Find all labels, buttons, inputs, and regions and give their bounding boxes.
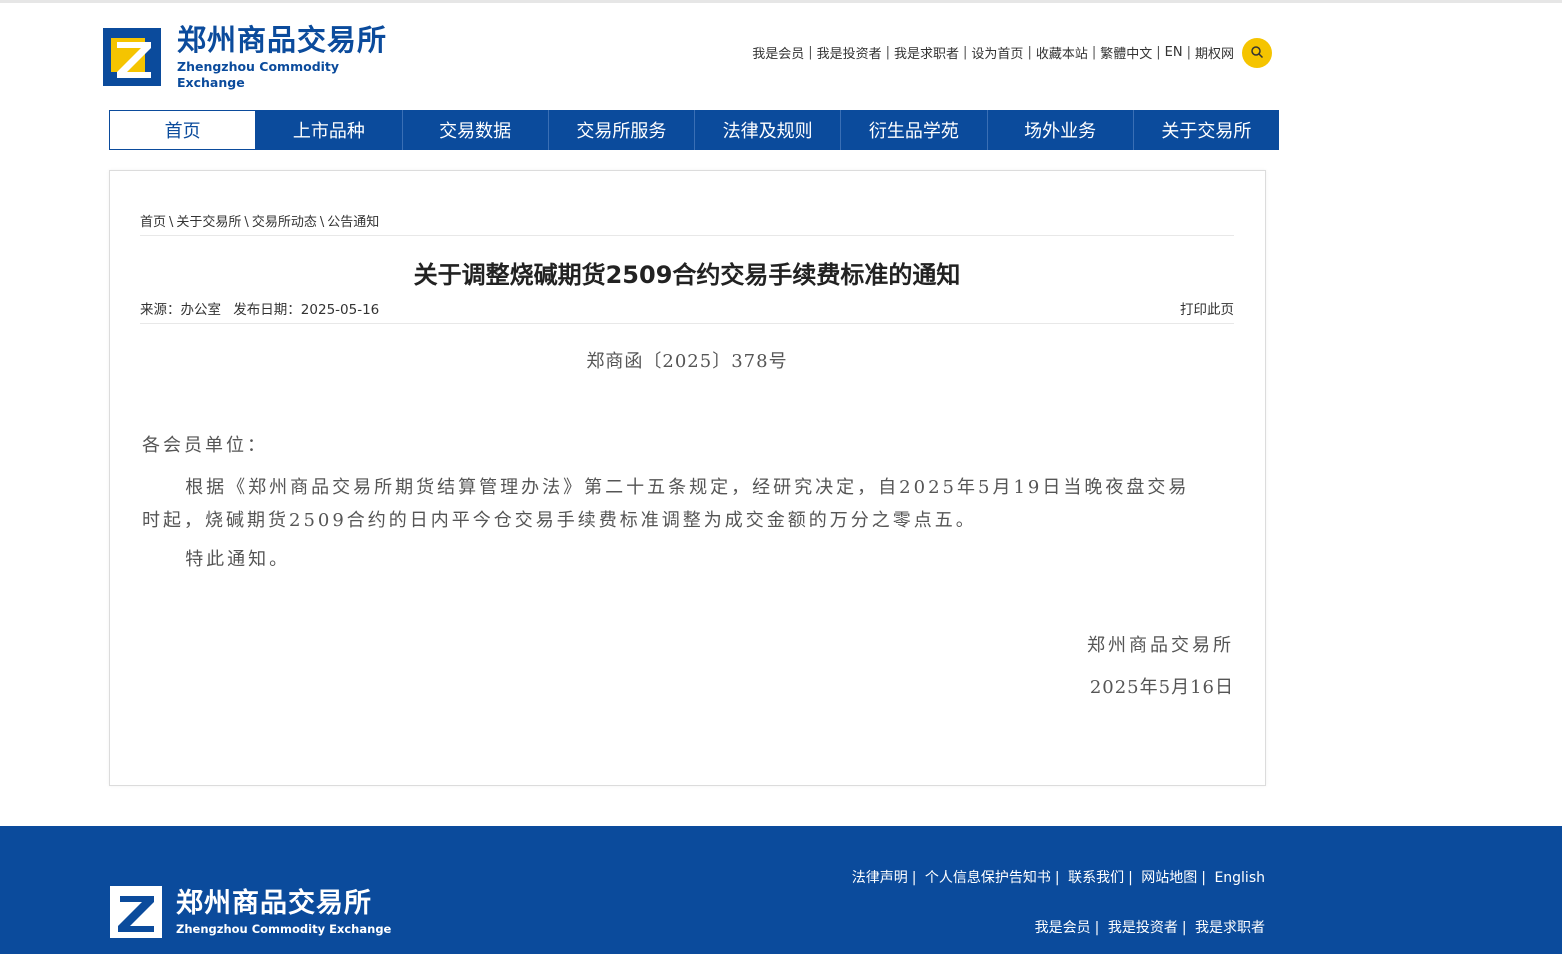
link-job-seeker[interactable]: 我是求职者	[894, 43, 959, 62]
divider	[140, 235, 1234, 236]
breadcrumb: 首页 \ 关于交易所 \ 交易所动态 \ 公告通知	[140, 215, 380, 230]
nav-trading-data[interactable]: 交易数据	[403, 110, 549, 150]
site-logo[interactable]: 郑州商品交易所 Zhengzhou Commodity Exchange	[103, 22, 403, 92]
footer-link-member[interactable]: 我是会员	[1035, 920, 1091, 936]
link-member[interactable]: 我是会员	[752, 43, 804, 62]
nav-about-exchange[interactable]: 关于交易所	[1134, 110, 1279, 150]
breadcrumb-notices[interactable]: 公告通知	[327, 215, 379, 230]
print-page-link[interactable]: 打印此页	[1180, 298, 1234, 318]
footer-logo-english-name: Zhengzhou Commodity Exchange	[176, 921, 392, 936]
document-number: 郑商函〔2025〕378号	[586, 351, 788, 372]
link-traditional-chinese[interactable]: 繁體中文	[1100, 43, 1152, 62]
footer-link-legal[interactable]: 法律声明	[852, 870, 908, 886]
footer-link-investor[interactable]: 我是投资者	[1108, 920, 1178, 936]
salutation: 各会员单位：	[142, 435, 268, 456]
breadcrumb-home[interactable]: 首页	[140, 215, 166, 230]
logo-chinese-name: 郑州商品交易所	[177, 23, 388, 57]
article-date: 发布日期：2025-05-16	[233, 302, 380, 318]
article-closing: 特此通知。	[185, 549, 291, 570]
signature-date: 2025年5月16日	[1089, 677, 1234, 698]
footer-link-english[interactable]: English	[1214, 870, 1265, 886]
article-title: 关于调整烧碱期货2509合约交易手续费标准的通知	[413, 261, 961, 289]
logo-mark-icon	[103, 28, 161, 86]
nav-listed-products[interactable]: 上市品种	[256, 110, 403, 150]
footer-logo[interactable]: 郑州商品交易所 Zhengzhou Commodity Exchange	[110, 886, 391, 938]
footer-link-job-seeker[interactable]: 我是求职者	[1195, 920, 1265, 936]
logo-english-name: Zhengzhou Commodity Exchange	[177, 59, 340, 90]
article-paragraph: 根据《郑州商品交易所期货结算管理办法》第二十五条规定，经研究决定，自2025年5…	[142, 477, 1190, 531]
divider	[140, 323, 1234, 324]
nav-derivatives-academy[interactable]: 衍生品学苑	[841, 110, 988, 150]
breadcrumb-about[interactable]: 关于交易所	[176, 215, 241, 230]
link-options-site[interactable]: 期权网	[1195, 43, 1234, 62]
top-border	[0, 0, 1562, 3]
nav-laws-rules[interactable]: 法律及规则	[695, 110, 842, 150]
footer-link-sitemap[interactable]: 网站地图	[1141, 870, 1197, 886]
footer-links-primary: 法律声明 | 个人信息保护告知书 | 联系我们 | 网站地图 | English	[851, 870, 1265, 886]
breadcrumb-news[interactable]: 交易所动态	[252, 215, 317, 230]
footer-links-secondary: 我是会员 | 我是投资者 | 我是求职者	[1034, 920, 1265, 936]
nav-otc-business[interactable]: 场外业务	[988, 110, 1134, 150]
top-links: 我是会员 | 我是投资者 | 我是求职者 | 设为首页 | 收藏本站 | 繁體中文 | EN…	[752, 43, 1234, 62]
footer-logo-mark-icon	[110, 886, 162, 938]
link-set-homepage[interactable]: 设为首页	[971, 43, 1023, 62]
search-icon	[1250, 44, 1264, 63]
signature-organization: 郑州商品交易所	[1087, 635, 1234, 656]
link-english[interactable]: EN	[1165, 45, 1183, 60]
article-container: 首页 \ 关于交易所 \ 交易所动态 \ 公告通知 关于调整烧碱期货2509合约交易手续费标…	[109, 170, 1266, 786]
nav-home[interactable]: 首页	[109, 110, 257, 150]
link-investor[interactable]: 我是投资者	[817, 43, 882, 62]
footer: 郑州商品交易所 Zhengzhou Commodity Exchange 法律声…	[0, 826, 1562, 954]
main-nav: 首页 上市品种 交易数据 交易所服务 法律及规则 衍生品学苑 场外业务 关于交易…	[109, 110, 1279, 150]
footer-link-contact[interactable]: 联系我们	[1068, 870, 1124, 886]
article-source: 来源：办公室	[140, 302, 221, 318]
link-bookmark[interactable]: 收藏本站	[1036, 43, 1088, 62]
footer-link-privacy[interactable]: 个人信息保护告知书	[925, 870, 1051, 886]
search-button[interactable]	[1242, 38, 1272, 68]
nav-exchange-services[interactable]: 交易所服务	[549, 110, 695, 150]
article-meta: 来源：办公室 发布日期：2025-05-16	[140, 298, 387, 318]
footer-logo-chinese-name: 郑州商品交易所	[176, 887, 372, 919]
